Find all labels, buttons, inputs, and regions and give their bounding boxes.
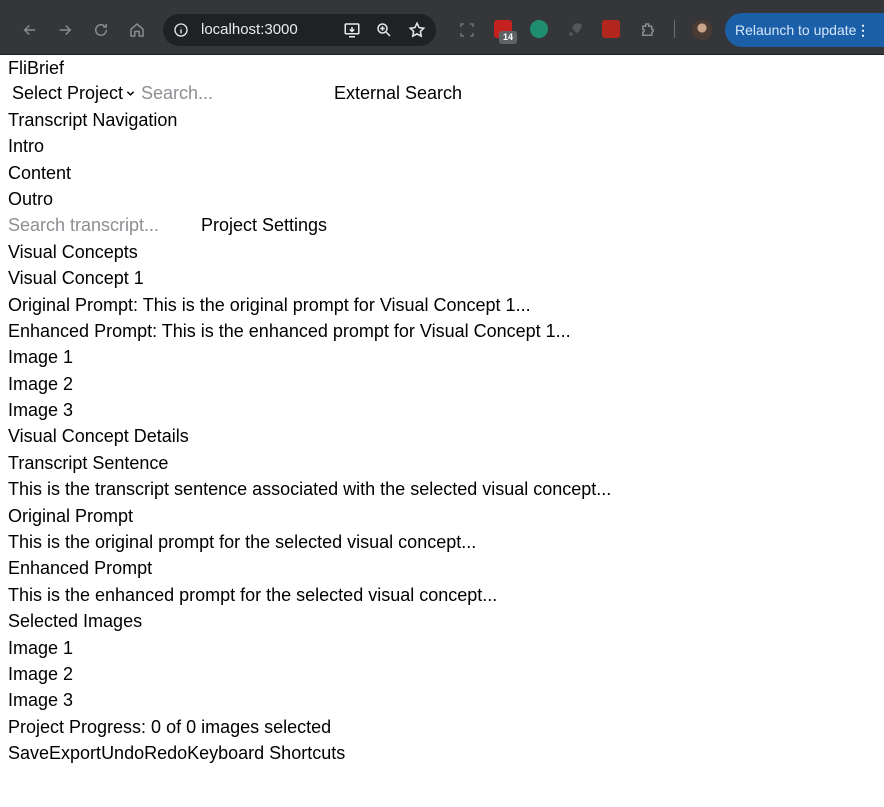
concept-image-2[interactable]: Image 2 xyxy=(8,371,73,397)
extension-badge: 14 xyxy=(499,31,517,44)
selected-image-2[interactable]: Image 2 xyxy=(8,661,73,687)
external-search-button[interactable]: External Search xyxy=(334,80,462,106)
site-info-icon[interactable] xyxy=(172,21,190,39)
action-toolbar: SaveExportUndoRedoKeyboard Shortcuts xyxy=(8,740,345,766)
transcript-navigation-heading: Transcript Navigation xyxy=(8,110,178,130)
visual-concept-original-prompt: Original Prompt: This is the original pr… xyxy=(8,295,531,315)
back-icon[interactable] xyxy=(17,17,43,43)
screenshot-icon[interactable] xyxy=(454,17,480,43)
home-icon[interactable] xyxy=(124,17,150,43)
concept-image-1[interactable]: Image 1 xyxy=(8,344,73,370)
visual-concepts-heading: Visual Concepts xyxy=(8,242,138,262)
selected-image-1[interactable]: Image 1 xyxy=(8,635,73,661)
project-settings-button[interactable]: Project Settings xyxy=(201,212,327,238)
chevron-down-icon xyxy=(126,89,135,98)
extensions-puzzle-icon[interactable] xyxy=(635,17,661,43)
transcript-sentence-text: This is the transcript sentence associat… xyxy=(8,479,612,499)
more-menu-icon[interactable]: ⋮ xyxy=(856,13,870,47)
transcript-nav-item-content[interactable]: Content xyxy=(8,160,71,186)
project-select[interactable]: Select Project xyxy=(12,80,135,106)
play-extension-icon[interactable] xyxy=(530,20,548,38)
original-prompt-label: Original Prompt xyxy=(8,506,134,526)
install-app-icon[interactable] xyxy=(343,21,361,39)
concept-image-3[interactable]: Image 3 xyxy=(8,397,73,423)
address-bar[interactable]: localhost:3000 xyxy=(163,14,436,46)
undo-button[interactable]: Undo xyxy=(101,743,144,763)
selected-image-3[interactable]: Image 3 xyxy=(8,687,73,713)
transcript-nav-item-intro[interactable]: Intro xyxy=(8,133,44,159)
transcript-sentence-label: Transcript Sentence xyxy=(8,453,169,473)
rocket-extension-icon[interactable] xyxy=(562,17,588,43)
pro-extension-icon[interactable] xyxy=(602,20,620,38)
selected-images-label: Selected Images xyxy=(8,611,143,631)
url-text[interactable]: localhost:3000 xyxy=(201,21,298,39)
enhanced-prompt-text: This is the enhanced prompt for the sele… xyxy=(8,585,498,605)
profile-avatar[interactable] xyxy=(692,20,712,40)
original-prompt-text: This is the original prompt for the sele… xyxy=(8,532,477,552)
relaunch-button[interactable]: Relaunch to update ⋮ xyxy=(725,13,884,47)
bookmark-star-icon[interactable] xyxy=(408,21,426,39)
relaunch-label: Relaunch to update xyxy=(735,22,857,38)
export-button[interactable]: Export xyxy=(49,743,101,763)
visual-concept-title[interactable]: Visual Concept 1 xyxy=(8,265,144,291)
toolbar-separator xyxy=(674,20,675,38)
keyboard-shortcuts-button[interactable]: Keyboard Shortcuts xyxy=(187,743,345,763)
reload-icon[interactable] xyxy=(88,17,114,43)
browser-toolbar: localhost:3000 14 Relaunch to update ⋮ xyxy=(0,0,884,55)
visual-concept-details-heading: Visual Concept Details xyxy=(8,426,189,446)
transcript-nav-item-outro[interactable]: Outro xyxy=(8,186,53,212)
project-progress-text: Project Progress: 0 of 0 images selected xyxy=(8,717,332,737)
project-select-value: Select Project xyxy=(12,83,124,103)
forward-icon[interactable] xyxy=(52,17,78,43)
transcript-search-input[interactable] xyxy=(8,212,188,238)
app-title: FliBrief xyxy=(8,58,65,78)
zoom-icon[interactable] xyxy=(375,21,393,39)
save-button[interactable]: Save xyxy=(8,743,49,763)
search-input[interactable] xyxy=(141,80,321,106)
redo-button[interactable]: Redo xyxy=(144,743,187,763)
enhanced-prompt-label: Enhanced Prompt xyxy=(8,558,153,578)
visual-concept-enhanced-prompt: Enhanced Prompt: This is the enhanced pr… xyxy=(8,321,571,341)
